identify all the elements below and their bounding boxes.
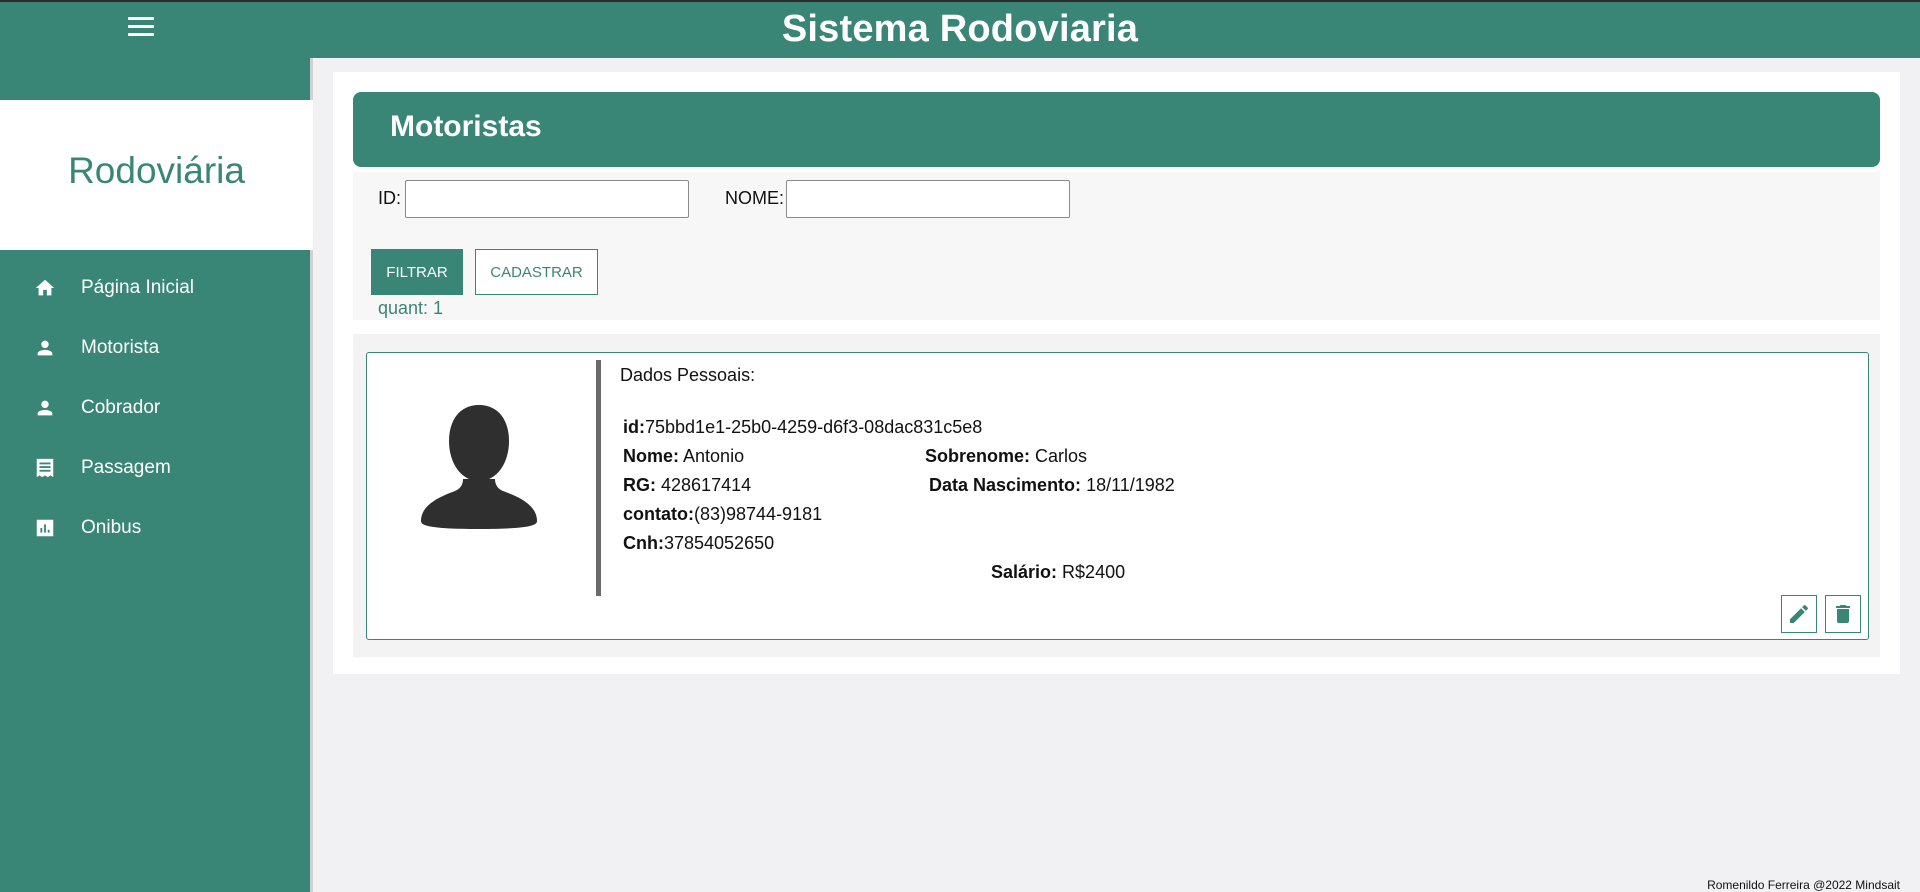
nome-input[interactable] <box>786 180 1070 218</box>
contato-value: (83)98744-9181 <box>694 504 823 524</box>
cnh-row: Cnh:37854052650 <box>623 533 774 554</box>
receipt-icon <box>33 456 57 480</box>
sidebar-item-passagem[interactable]: Passagem <box>0 438 313 498</box>
sidebar-item-motorista[interactable]: Motorista <box>0 318 313 378</box>
id-value: 75bbd1e1-25b0-4259-d6f3-08dac831c5e8 <box>645 417 983 437</box>
delete-button[interactable] <box>1825 595 1861 633</box>
salario-value: R$2400 <box>1062 562 1126 582</box>
id-row: id:75bbd1e1-25b0-4259-d6f3-08dac831c5e8 <box>623 417 982 438</box>
cnh-value: 37854052650 <box>663 533 775 553</box>
nome-row: Nome: Antonio <box>623 446 744 467</box>
brand-box: Rodoviária <box>0 100 313 250</box>
sobrenome-field-label: Sobrenome: <box>925 446 1031 466</box>
nome-value: Antonio <box>683 446 745 466</box>
rg-row: RG: 428617414 <box>623 475 751 496</box>
salario-field-label: Salário: <box>991 562 1058 582</box>
cadastrar-button[interactable]: CADASTRAR <box>475 249 598 295</box>
nascimento-field-label: Data Nascimento: <box>929 475 1082 495</box>
card-divider <box>596 360 601 596</box>
sidebar-item-pagina-inicial[interactable]: Página Inicial <box>0 258 313 318</box>
sidebar-item-label: Cobrador <box>81 397 161 418</box>
sidebar-item-label: Onibus <box>81 517 142 538</box>
id-field-label: id: <box>623 417 645 437</box>
filter-panel: ID: NOME: FILTRAR CADASTRAR quant: 1 <box>353 172 1880 320</box>
cnh-field-label: Cnh: <box>623 533 664 553</box>
brand-title: Rodoviária <box>68 150 245 191</box>
nome-field-label: Nome: <box>623 446 680 466</box>
app-title: Sistema Rodoviaria <box>781 8 1139 50</box>
contato-row: contato:(83)98744-9181 <box>623 504 822 525</box>
rg-value: 428617414 <box>661 475 752 495</box>
sidebar-nav: Página Inicial Motorista Cobrador Passag… <box>0 258 313 558</box>
sidebar-item-cobrador[interactable]: Cobrador <box>0 378 313 438</box>
contato-field-label: contato: <box>623 504 694 524</box>
pencil-icon <box>1790 604 1809 623</box>
chart-icon <box>33 516 57 540</box>
page-title: Motoristas <box>390 110 542 143</box>
sidebar-item-label: Passagem <box>81 457 171 478</box>
sidebar-item-label: Motorista <box>81 337 160 358</box>
footer-credit: Romenildo Ferreira @2022 Mindsait <box>1707 878 1900 892</box>
sidebar-item-label: Página Inicial <box>81 277 195 298</box>
salario-row: Salário: R$2400 <box>991 562 1125 583</box>
top-app-bar: Sistema Rodoviaria <box>0 0 1920 58</box>
sobrenome-row: Sobrenome: Carlos <box>925 446 1087 467</box>
filtrar-button[interactable]: FILTRAR <box>371 249 463 295</box>
home-icon <box>33 276 57 300</box>
person-icon <box>33 336 57 360</box>
results-panel: Dados Pessoais: id:75bbd1e1-25b0-4259-d6… <box>353 334 1880 657</box>
trash-icon <box>1836 605 1850 623</box>
page-header: Motoristas <box>353 92 1880 167</box>
sidebar: Rodoviária Página Inicial Motorista Cobr… <box>0 58 313 892</box>
motorista-card: Dados Pessoais: id:75bbd1e1-25b0-4259-d6… <box>366 352 1869 640</box>
sobrenome-value: Carlos <box>1035 446 1088 466</box>
id-input[interactable] <box>405 180 689 218</box>
nome-label: NOME: <box>725 188 785 208</box>
main-content: Motoristas ID: NOME: FILTRAR CADASTRAR q… <box>333 72 1900 674</box>
section-title: Dados Pessoais: <box>620 365 756 385</box>
nascimento-row: Data Nascimento: 18/11/1982 <box>929 475 1175 496</box>
result-count: quant: 1 <box>378 298 444 318</box>
nascimento-value: 18/11/1982 <box>1086 475 1175 495</box>
id-label: ID: <box>378 188 402 208</box>
person-icon <box>33 396 57 420</box>
avatar-icon <box>421 405 537 529</box>
rg-field-label: RG: <box>623 475 656 495</box>
edit-button[interactable] <box>1781 595 1817 633</box>
sidebar-item-onibus[interactable]: Onibus <box>0 498 313 558</box>
